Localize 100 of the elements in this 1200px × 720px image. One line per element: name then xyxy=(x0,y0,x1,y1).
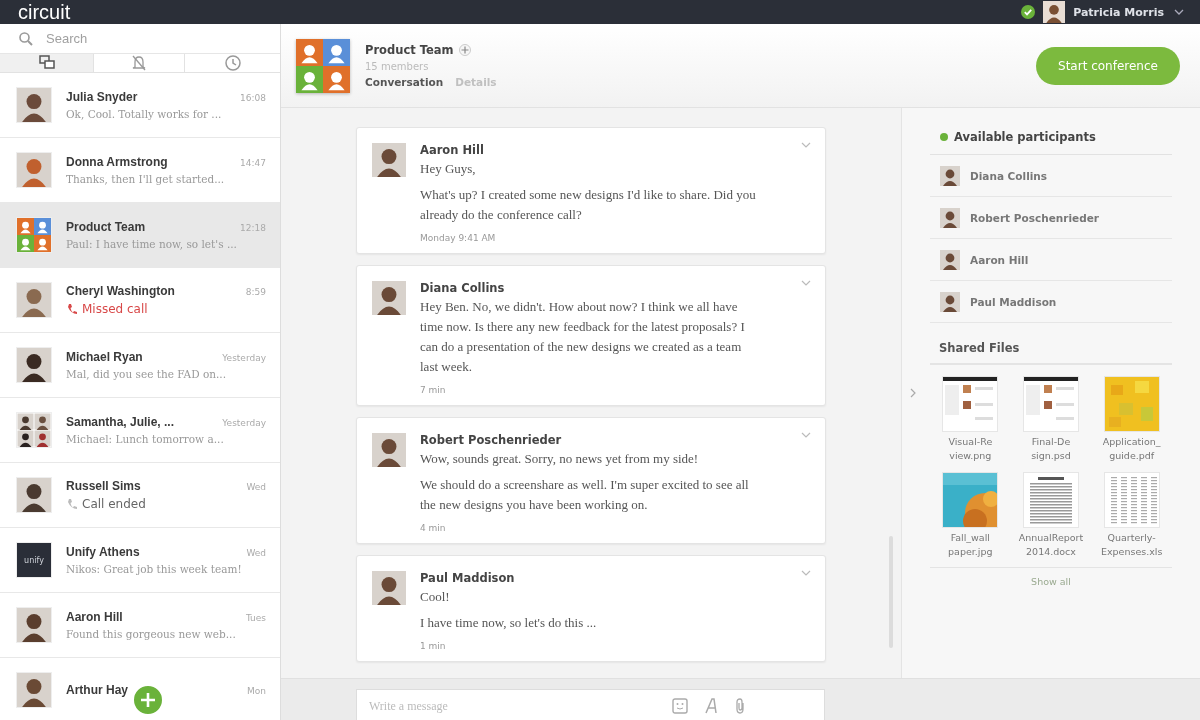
message-text: What's up? I created some new designs I'd like to share. Did you already do the conference call? xyxy=(420,186,757,224)
caret-icon xyxy=(1174,9,1184,15)
avatar xyxy=(940,165,960,186)
contact-name: Arthur Hay xyxy=(66,683,128,697)
contact-name: Samantha, Julie, ... xyxy=(66,415,175,429)
message-text: Hey Ben. No, we didn't. How about now? I think we all have time now. Is there any new feedback for the latest proposals? I can do a presentation of the new designs we created as a team last week. xyxy=(420,298,746,376)
message-field[interactable]: Write a message xyxy=(356,689,825,720)
contact-name: Unify Athens xyxy=(66,545,140,559)
contact-name: Aaron Hill xyxy=(66,610,123,624)
timestamp: 16:08 xyxy=(240,93,266,103)
timestamp: 8:59 xyxy=(245,287,266,297)
attachment-icon xyxy=(734,698,746,714)
file-thumbnail xyxy=(1024,473,1078,527)
call-status: Call ended xyxy=(82,497,146,511)
add-member-button[interactable] xyxy=(458,44,471,56)
timestamp: Yesterday xyxy=(222,353,266,363)
section-title: Available participants xyxy=(954,130,1096,144)
participant-item[interactable]: Paul Maddison xyxy=(930,281,1172,323)
timestamp: 7 min xyxy=(420,385,446,395)
message-text: I have time now, so let's do this ... xyxy=(420,614,598,632)
chevron-down-icon xyxy=(801,570,811,576)
member-count: 15 members xyxy=(365,61,430,72)
contact-name: Russell Sims xyxy=(66,479,141,493)
participant-item[interactable]: Diana Collins xyxy=(930,155,1172,197)
group-avatar xyxy=(17,218,51,252)
message-preview: Paul: I have time now, so let's ... xyxy=(66,238,238,250)
avatar xyxy=(372,143,406,177)
emoji-icon xyxy=(672,698,688,714)
timestamp: Mon xyxy=(247,686,266,696)
collapse-button[interactable] xyxy=(908,386,918,400)
contact-name: Michael Ryan xyxy=(66,350,143,364)
chat-icon xyxy=(37,54,56,72)
status-dot-icon xyxy=(940,133,948,141)
logo: unify xyxy=(24,555,44,565)
tab[interactable] xyxy=(0,54,94,72)
clock-icon xyxy=(223,54,242,72)
plus-icon xyxy=(460,46,469,54)
message-preview: Nikos: Great job this week team! xyxy=(66,563,243,575)
group-avatar xyxy=(296,38,350,93)
timestamp: Yesterday xyxy=(222,418,266,428)
message-preview: Ok, Cool. Totally works for ... xyxy=(66,108,223,120)
chevron-down-icon xyxy=(801,280,811,286)
text-format-icon xyxy=(704,698,718,714)
contact-name: Product Team xyxy=(66,220,146,234)
author-name: Robert Poschenrieder xyxy=(420,433,562,447)
author-name: Diana Collins xyxy=(420,281,505,295)
timestamp: Monday 9:41 AM xyxy=(420,233,496,243)
message-text: We should do a screenshare as well. I'm super excited to see all the new designs you have been working on. xyxy=(420,476,750,514)
message-preview: Found this gorgeous new web... xyxy=(66,628,237,640)
timestamp: Wed xyxy=(246,482,266,492)
bell-icon xyxy=(130,54,148,72)
file-name: Final-De sign.psd xyxy=(1031,435,1071,463)
chevron-down-icon xyxy=(801,432,811,438)
avatar xyxy=(372,281,406,315)
author-name: Aaron Hill xyxy=(420,143,484,157)
search-field[interactable]: Search xyxy=(44,30,262,47)
avatar xyxy=(372,571,406,605)
file-thumbnail xyxy=(1104,377,1159,431)
avatar xyxy=(940,291,960,312)
author-name: Paul Maddison xyxy=(420,571,515,585)
timestamp: Tues xyxy=(245,613,266,623)
participant-item[interactable]: Aaron Hill xyxy=(930,239,1172,281)
timestamp: Wed xyxy=(246,548,266,558)
chevron-down-icon xyxy=(801,142,811,148)
plus-icon xyxy=(140,692,156,708)
avatar xyxy=(940,249,960,270)
tab[interactable]: Conversation xyxy=(365,76,444,88)
participant-item[interactable]: Robert Poschenrieder xyxy=(930,197,1172,239)
call-status: Missed call xyxy=(82,302,148,316)
message-preview: Michael: Lunch tomorrow a... xyxy=(66,433,225,445)
phone-icon xyxy=(66,303,78,315)
contact-name: Cheryl Washington xyxy=(66,284,175,298)
group-avatar xyxy=(17,413,51,447)
file-name: Fall_wall paper.jpg xyxy=(948,531,993,559)
phone-icon xyxy=(66,498,78,510)
message-text: Cool! xyxy=(420,588,451,606)
message-preview: Thanks, then I'll get started... xyxy=(66,173,226,185)
chevron-right-icon xyxy=(910,388,916,398)
search-icon xyxy=(18,30,34,47)
message-text: Wow, sounds great. Sorry, no news yet from my side! xyxy=(420,450,700,468)
file-name: Application_ guide.pdf xyxy=(1102,435,1161,463)
timestamp: 12:18 xyxy=(240,223,266,233)
conversation-title: Product Team xyxy=(365,43,454,57)
avatar xyxy=(940,207,960,228)
contact-name: Julia Snyder xyxy=(66,90,138,104)
section-title: Shared Files xyxy=(930,341,1172,365)
timestamp: 1 min xyxy=(420,641,446,651)
file-thumbnail xyxy=(1104,473,1159,527)
file-thumbnail xyxy=(1024,377,1078,431)
conversation-item[interactable]: Product Team 12:18 Paul: I have time now, so let's ... xyxy=(0,203,280,268)
message-text: Hey Guys, xyxy=(420,160,477,178)
message-preview: Mal, did you see the FAD on... xyxy=(66,368,228,380)
logo: circuit xyxy=(18,1,71,23)
contact-name: Donna Armstrong xyxy=(66,155,168,169)
timestamp: 4 min xyxy=(420,523,446,533)
file-name: AnnualReport 2014.docx xyxy=(1018,531,1084,559)
user-menu[interactable]: Patricia Morris xyxy=(1073,5,1184,19)
avatar xyxy=(372,433,406,467)
avatar xyxy=(1043,1,1066,23)
file-thumbnail xyxy=(943,377,998,431)
